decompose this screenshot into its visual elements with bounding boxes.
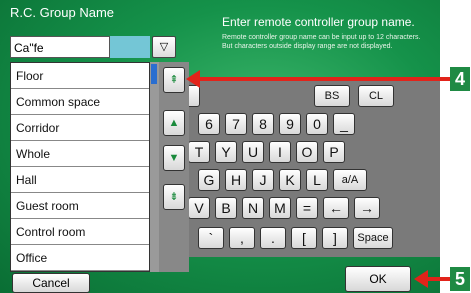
- list-item[interactable]: Guest room: [11, 193, 149, 219]
- cancel-button[interactable]: Cancel: [12, 273, 90, 293]
- key-8[interactable]: 8: [252, 113, 274, 135]
- key-k[interactable]: K: [279, 169, 301, 191]
- key-o[interactable]: O: [296, 141, 318, 163]
- key-j[interactable]: J: [252, 169, 274, 191]
- list-item[interactable]: Corridor: [11, 115, 149, 141]
- group-name-input[interactable]: Ca"fe: [10, 36, 110, 58]
- scroll-up-button[interactable]: ▲: [163, 110, 185, 136]
- key-cursor-right[interactable]: →: [354, 197, 380, 219]
- input-cursor-area: [110, 36, 150, 58]
- group-name-screen: R.C. Group Name Ca"fe ▽ Enter remote con…: [0, 0, 440, 293]
- key-7[interactable]: 7: [225, 113, 247, 135]
- key-t[interactable]: T: [188, 141, 210, 163]
- key-backspace[interactable]: BS: [314, 85, 350, 107]
- list-item[interactable]: Control room: [11, 219, 149, 245]
- list-item[interactable]: Whole: [11, 141, 149, 167]
- key-n[interactable]: N: [242, 197, 264, 219]
- key-period[interactable]: .: [260, 227, 286, 249]
- key-9[interactable]: 9: [279, 113, 301, 135]
- scroll-thumb[interactable]: [151, 64, 157, 84]
- key-comma[interactable]: ,: [229, 227, 255, 249]
- help-title: Enter remote controller group name.: [222, 15, 415, 29]
- arrow-5-line: [426, 277, 450, 281]
- key-cursor-left[interactable]: ←: [323, 197, 349, 219]
- key-u[interactable]: U: [242, 141, 264, 163]
- key-backtick[interactable]: `: [198, 227, 224, 249]
- list-item[interactable]: Floor: [11, 63, 149, 89]
- key-h[interactable]: H: [225, 169, 247, 191]
- key-g[interactable]: G: [198, 169, 220, 191]
- group-name-list: Floor Common space Corridor Whole Hall G…: [10, 62, 150, 272]
- callout-4: 4: [450, 67, 470, 91]
- dropdown-button[interactable]: ▽: [152, 36, 176, 58]
- key-space[interactable]: Space: [353, 227, 393, 249]
- key-l[interactable]: L: [306, 169, 328, 191]
- key-0[interactable]: 0: [306, 113, 328, 135]
- scroll-down-button[interactable]: ▼: [163, 145, 185, 171]
- list-scrollbar[interactable]: [150, 62, 159, 272]
- key-p[interactable]: P: [323, 141, 345, 163]
- arrow-4-line: [198, 77, 450, 81]
- keyboard: BS CL 6 7 8 9 0 _ T Y U I O P G H J K L …: [182, 81, 440, 257]
- key-6[interactable]: 6: [198, 113, 220, 135]
- key-m[interactable]: M: [269, 197, 291, 219]
- key-i[interactable]: I: [269, 141, 291, 163]
- list-item[interactable]: Hall: [11, 167, 149, 193]
- key-b[interactable]: B: [215, 197, 237, 219]
- key-equals[interactable]: =: [296, 197, 318, 219]
- screen-title: R.C. Group Name: [10, 5, 115, 20]
- key-y[interactable]: Y: [215, 141, 237, 163]
- key-clear[interactable]: CL: [358, 85, 394, 107]
- ok-button[interactable]: OK: [345, 266, 411, 292]
- list-item[interactable]: Common space: [11, 89, 149, 115]
- key-case-toggle[interactable]: a/A: [333, 169, 367, 191]
- key-close-bracket[interactable]: ]: [322, 227, 348, 249]
- key-underscore[interactable]: _: [333, 113, 355, 135]
- page-up-button[interactable]: ⇞: [163, 67, 185, 93]
- callout-5: 5: [450, 267, 470, 291]
- key-open-bracket[interactable]: [: [291, 227, 317, 249]
- list-item[interactable]: Office: [11, 245, 149, 271]
- page-down-button[interactable]: ⇟: [163, 184, 185, 210]
- key-v[interactable]: V: [188, 197, 210, 219]
- help-text: Remote controller group name can be inpu…: [222, 34, 421, 50]
